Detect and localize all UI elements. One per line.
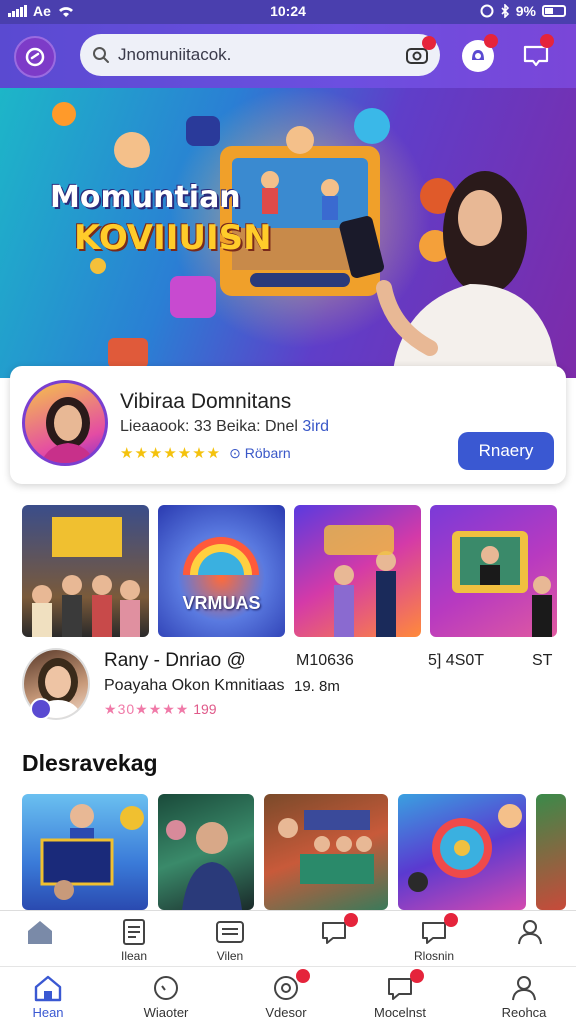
face-icon [154, 976, 178, 1000]
discover-section-title: Dlesravekag [22, 750, 158, 776]
thumbnail-image [452, 531, 552, 637]
tab-messages[interactable]: Mocelnst [360, 969, 440, 1020]
hero-title-line1: Momuntian [50, 180, 241, 215]
app-logo-icon [25, 47, 45, 67]
profile-subtitle-text: Lieaaook: 33 Beika: Dnel [120, 418, 298, 435]
battery-percent: 9% [515, 3, 536, 19]
search-input[interactable]: Jnomuniitacok. [118, 45, 231, 65]
avatar-portrait [40, 397, 96, 463]
nav-item-label: Ilean [120, 949, 148, 963]
tab-label: Vdesor [265, 1005, 307, 1020]
camera-search-button[interactable] [404, 36, 436, 68]
search-bar[interactable]: Jnomuniitacok. [80, 34, 440, 76]
status-bar: Ae 10:24 9% [0, 0, 576, 24]
tab-watch[interactable]: Wiaoter [126, 973, 206, 1020]
profile-subtitle-link[interactable]: 3ird [302, 418, 329, 435]
video-card-icon [216, 921, 244, 943]
profile-subtitle: Lieaaook: 33 Beika: Dnel 3ird [120, 418, 329, 436]
nav-item-learn[interactable]: Ilean [94, 917, 174, 963]
home-icon [34, 975, 62, 1002]
tab-label: Mocelnst [373, 1005, 427, 1020]
nav-item-profile[interactable] [490, 917, 570, 949]
thumbnail-image [32, 517, 140, 637]
tab-profile[interactable]: Reohca [484, 973, 564, 1020]
discover-card[interactable] [22, 794, 148, 910]
creator-subtitle: Poayaha Okon Kmnitiaas [104, 677, 285, 694]
discover-image [40, 804, 144, 900]
creator-review-count: 199 [193, 701, 217, 717]
tab-videos[interactable]: Vdesor [246, 969, 326, 1020]
notification-badge [540, 34, 554, 48]
app-header: Jnomuniitacok. [0, 24, 576, 88]
video-thumbnail[interactable] [430, 505, 557, 637]
discover-card[interactable] [158, 794, 254, 910]
nav-item-label: Vilen [216, 949, 244, 963]
video-thumbnails-row: VRMUAS [22, 505, 557, 637]
messages-button[interactable] [516, 34, 556, 76]
profile-name: Vibiraa Domnitans [120, 390, 292, 413]
thumbnail-image [324, 525, 396, 637]
profile-icon [512, 976, 536, 1001]
nav-item-chat[interactable] [294, 913, 374, 949]
thumbnail-image [183, 537, 259, 575]
search-icon [93, 47, 109, 63]
discover-image [408, 804, 522, 892]
app-logo-button[interactable] [14, 36, 56, 78]
tab-label: Wiaoter [143, 1005, 189, 1020]
home-icon [28, 921, 52, 944]
discover-card[interactable] [398, 794, 526, 910]
notification-badge [410, 969, 424, 983]
creator-badge-icon [30, 698, 52, 720]
video-thumbnail[interactable] [22, 505, 149, 637]
profile-rating: ★★★★★★★ ⊙ Röbarn [120, 444, 291, 463]
discover-card[interactable] [264, 794, 388, 910]
bottom-tab-bar: Hean Wiaoter Vdesor Mocelnst Reohca [0, 966, 576, 1024]
tab-label: Hean [32, 1005, 64, 1020]
alarm-icon [480, 4, 494, 18]
notification-badge [296, 969, 310, 983]
profile-action-button[interactable]: Rnaery [458, 432, 554, 470]
creator-name[interactable]: Rany - Dnriao @ [104, 650, 246, 672]
discover-card[interactable] [536, 794, 566, 910]
battery-icon [542, 5, 566, 17]
notification-badge [484, 34, 498, 48]
nav-item-label: Rlosnin [413, 949, 455, 963]
discover-image [278, 810, 374, 884]
creator-star-rating: ★30★★★★ [104, 701, 190, 717]
secondary-nav-bar: Ilean Vilen Rlosnin [0, 910, 576, 966]
nav-item-messages[interactable]: Rlosnin [394, 913, 474, 963]
document-icon [123, 919, 145, 945]
thumbnail-title: VRMUAS [182, 593, 261, 613]
tab-home[interactable]: Hean [8, 973, 88, 1020]
status-right: 9% [480, 3, 566, 19]
profile-icon [518, 920, 542, 945]
nav-item-video[interactable]: Vilen [190, 917, 270, 963]
video-thumbnail[interactable]: VRMUAS [158, 505, 285, 637]
video-thumbnail[interactable] [294, 505, 421, 637]
hero-banner[interactable]: Momuntian KOVIIUISN [0, 88, 576, 378]
notification-badge [344, 913, 358, 927]
featured-profile-card[interactable]: Vibiraa Domnitans Lieaaook: 33 Beika: Dn… [10, 366, 566, 484]
discover-image [166, 820, 242, 910]
creator-stat-subscribers: 19. 8m [294, 678, 340, 695]
tab-label: Reohca [501, 1005, 547, 1020]
notification-badge [422, 36, 436, 50]
creator-stat-extra: ST [532, 652, 553, 669]
star-rating: ★★★★★★★ [120, 445, 222, 462]
discover-row [22, 794, 566, 910]
hero-title-line2: KOVIIUISN [74, 218, 272, 258]
rating-label[interactable]: ⊙ Röbarn [229, 445, 291, 462]
profile-avatar[interactable] [22, 380, 108, 466]
creator-stat-views: M10636 [296, 652, 354, 669]
notification-badge [444, 913, 458, 927]
notifications-button[interactable] [458, 34, 498, 76]
creator-rating: ★30★★★★ 199 [104, 701, 217, 718]
bluetooth-icon [501, 4, 509, 18]
nav-item-home-alt[interactable] [0, 917, 80, 949]
creator-stat-time: 5] 4S0T [428, 652, 485, 669]
